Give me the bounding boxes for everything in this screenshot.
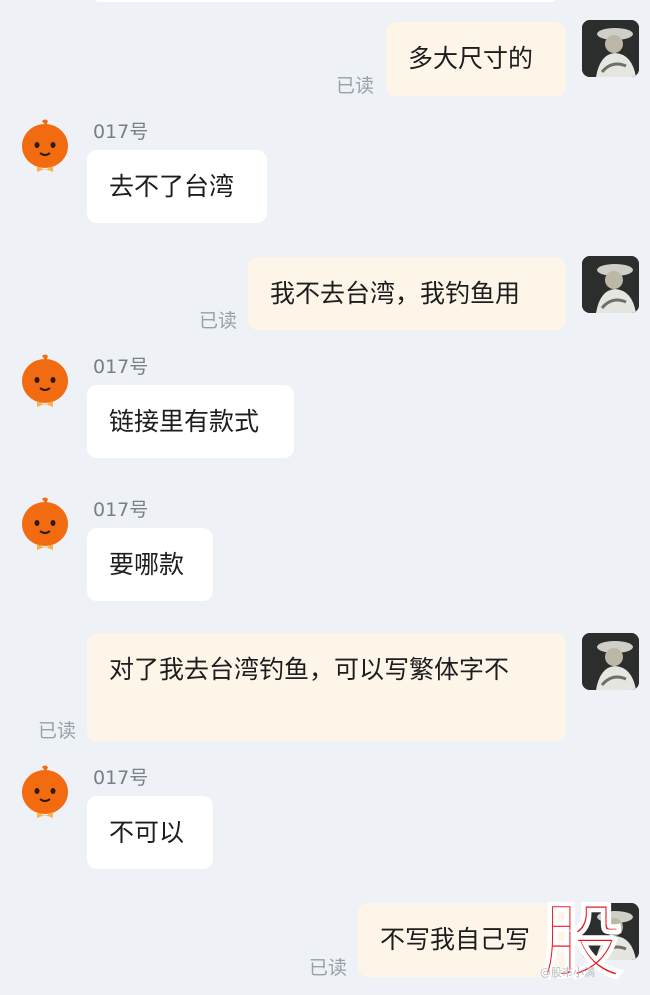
sender-name: 017号 xyxy=(93,121,149,143)
message-bubble[interactable]: 去不了台湾 xyxy=(87,150,267,223)
user-photo-avatar xyxy=(582,256,639,313)
message-bubble[interactable]: 要哪款 xyxy=(87,528,213,601)
user-photo-avatar xyxy=(582,633,639,690)
bot-avatar[interactable] xyxy=(20,353,70,409)
orange-mascot-icon xyxy=(22,765,68,818)
orange-mascot-icon xyxy=(22,497,68,550)
orange-mascot-icon xyxy=(22,354,68,407)
message-bubble[interactable]: 多大尺寸的 xyxy=(386,22,566,96)
user-avatar[interactable] xyxy=(582,20,639,77)
sender-name: 017号 xyxy=(93,356,149,378)
bot-avatar[interactable] xyxy=(20,496,70,552)
read-receipt: 已读 xyxy=(336,75,375,97)
orange-mascot-icon xyxy=(22,119,68,172)
message-bubble[interactable]: 不可以 xyxy=(87,796,213,869)
previous-message-bubble[interactable] xyxy=(90,0,560,2)
message-bubble[interactable]: 链接里有款式 xyxy=(87,385,294,458)
read-receipt: 已读 xyxy=(309,957,348,979)
user-photo-avatar xyxy=(582,20,639,77)
message-bubble[interactable]: 我不去台湾，我钓鱼用 xyxy=(248,257,566,330)
message-bubble[interactable]: 对了我去台湾钓鱼，可以写繁体字不 xyxy=(87,633,566,741)
user-avatar[interactable] xyxy=(582,256,639,313)
read-receipt: 已读 xyxy=(38,720,77,742)
read-receipt: 已读 xyxy=(199,310,238,332)
user-avatar[interactable] xyxy=(582,633,639,690)
watermark-caption: @股市小满 xyxy=(540,966,595,979)
bot-avatar[interactable] xyxy=(20,764,70,820)
bot-avatar[interactable] xyxy=(20,118,70,174)
sender-name: 017号 xyxy=(93,499,149,521)
sender-name: 017号 xyxy=(93,767,149,789)
